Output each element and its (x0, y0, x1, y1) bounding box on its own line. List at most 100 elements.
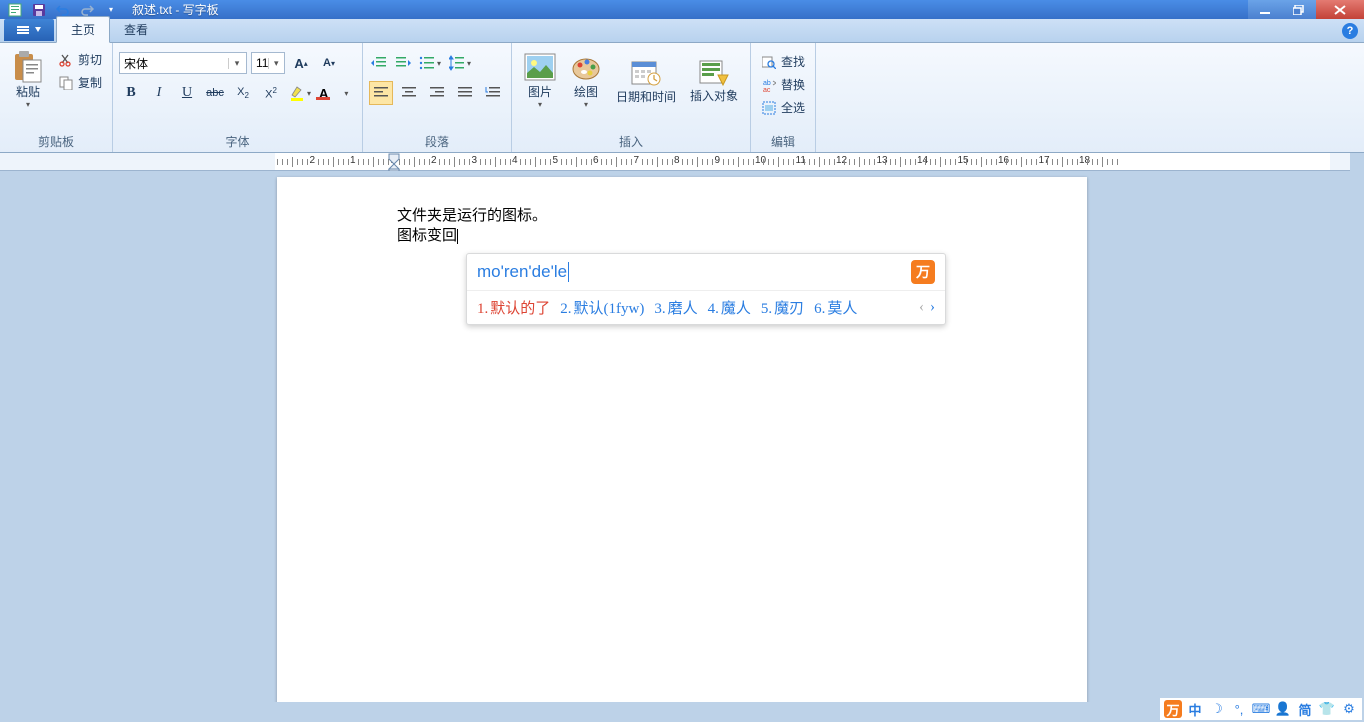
line-spacing-button[interactable]: ▾ (447, 51, 473, 75)
tab-home[interactable]: 主页 (56, 16, 110, 43)
restore-button[interactable] (1282, 0, 1316, 19)
ime-candidate[interactable]: 1.默认的了 (477, 297, 550, 318)
copy-icon (58, 75, 74, 91)
ruler-mark: 1 (350, 155, 356, 166)
tab-view[interactable]: 查看 (110, 17, 162, 42)
calendar-icon (630, 56, 662, 88)
ruler-mark: 13 (877, 155, 888, 166)
cut-button[interactable]: 剪切 (54, 49, 106, 70)
ime-next-icon[interactable]: › (930, 299, 935, 316)
ruler-mark: 12 (836, 155, 847, 166)
cut-label: 剪切 (78, 51, 102, 68)
ime-candidate[interactable]: 6.莫人 (814, 297, 857, 318)
font-color-button[interactable]: A ▾ (317, 81, 350, 105)
font-group-label: 字体 (119, 131, 356, 150)
ime-candidates[interactable]: 1.默认的了 2.默认(1fyw) 3.磨人 4.魔人 5.魔刃 6.莫人 ‹ › (467, 291, 945, 324)
close-button[interactable] (1316, 0, 1364, 19)
subscript-button[interactable]: X2 (231, 81, 255, 105)
ime-moon-icon[interactable]: ☽ (1208, 700, 1226, 718)
insert-datetime-button[interactable]: 日期和时间 (610, 47, 682, 113)
find-button[interactable]: 查找 (757, 51, 809, 72)
font-size-combo[interactable]: 11 ▾ (251, 52, 285, 74)
group-clipboard: 粘贴 ▾ 剪切 复制 剪贴板 (0, 43, 113, 152)
ime-candidate[interactable]: 4.魔人 (708, 297, 751, 318)
ime-punct-icon[interactable]: °, (1230, 700, 1248, 718)
ruler[interactable]: 321123456789101112131415161718 (0, 153, 1350, 171)
shrink-font-button[interactable]: A▾ (317, 51, 341, 75)
file-menu-button[interactable] (4, 19, 54, 41)
window-title: 叙述.txt - 写字板 (132, 1, 219, 18)
object-label: 插入对象 (690, 89, 738, 103)
insert-object-button[interactable]: 插入对象 (684, 47, 744, 113)
replace-button[interactable]: abac 替换 (757, 74, 809, 95)
paint-icon (570, 51, 602, 83)
ruler-mark: 4 (512, 155, 518, 166)
selectall-icon (761, 100, 777, 116)
copy-button[interactable]: 复制 (54, 72, 106, 93)
ime-prev-icon[interactable]: ‹ (919, 299, 924, 316)
ruler-mark: 7 (634, 155, 640, 166)
text-line-2: 图标变回 (397, 228, 457, 244)
italic-button[interactable]: I (147, 81, 171, 105)
ruler-mark: 3 (472, 155, 478, 166)
ruler-mark: 5 (553, 155, 559, 166)
paste-label: 粘贴 (16, 83, 40, 100)
window-controls (1248, 0, 1364, 19)
paste-button[interactable]: 粘贴 ▾ (6, 47, 50, 113)
chevron-down-icon: ▾ (268, 58, 280, 69)
wordpad-icon[interactable] (4, 1, 26, 18)
grow-font-button[interactable]: A▴ (289, 51, 313, 75)
ruler-mark: 17 (1039, 155, 1050, 166)
ruler-mark: 18 (1079, 155, 1090, 166)
indent-marker[interactable] (388, 153, 400, 171)
align-center-button[interactable] (397, 81, 421, 105)
ime-candidate-window: mo'ren'de'le 万 1.默认的了2.默认(1fyw)3.磨人4.魔人5… (466, 253, 946, 325)
insert-picture-button[interactable]: 图片 ▾ (518, 47, 562, 113)
paint-label: 绘图 (574, 83, 598, 100)
text-line-1: 文件夹是运行的图标。 (397, 207, 967, 227)
help-button[interactable]: ? (1342, 23, 1358, 39)
group-paragraph: ▾ ▾ (363, 43, 512, 152)
ime-candidate[interactable]: 3.磨人 (654, 297, 697, 318)
bold-button[interactable]: B (119, 81, 143, 105)
underline-button[interactable]: U (175, 81, 199, 105)
highlight-color-button[interactable]: ▾ (287, 81, 313, 105)
ime-candidate[interactable]: 5.魔刃 (761, 297, 804, 318)
ime-taskbar[interactable]: 万 中 ☽ °, ⌨ 👤 简 👕 ⚙ (1160, 698, 1362, 720)
insert-group-label: 插入 (518, 131, 744, 150)
picture-icon (524, 51, 556, 83)
font-size-value: 11 (256, 56, 268, 70)
ime-settings-icon[interactable]: ⚙ (1340, 700, 1358, 718)
font-name-combo[interactable]: 宋体 ▾ (119, 52, 247, 74)
paragraph-dialog-button[interactable] (481, 81, 505, 105)
decrease-indent-button[interactable] (369, 51, 389, 75)
ime-mode-indicator[interactable]: 简 (1296, 700, 1314, 718)
minimize-button[interactable] (1248, 0, 1282, 19)
ruler-mark: 14 (917, 155, 928, 166)
paste-icon (12, 51, 44, 83)
clipboard-group-label: 剪贴板 (6, 131, 106, 150)
ime-nav[interactable]: ‹ › (919, 299, 935, 316)
ime-user-icon[interactable]: 👤 (1274, 700, 1292, 718)
ruler-mark: 2 (431, 155, 437, 166)
superscript-button[interactable]: X2 (259, 81, 283, 105)
align-right-button[interactable] (425, 81, 449, 105)
document-text: 文件夹是运行的图标。 图标变回 (397, 207, 967, 246)
paragraph-group-label: 段落 (369, 131, 505, 150)
bullet-list-button[interactable]: ▾ (417, 51, 443, 75)
picture-label: 图片 (528, 83, 552, 100)
save-button[interactable] (28, 1, 50, 18)
datetime-label: 日期和时间 (616, 88, 676, 105)
increase-indent-button[interactable] (393, 51, 413, 75)
ruler-mark: 16 (998, 155, 1009, 166)
ime-skin-icon[interactable]: 👕 (1318, 700, 1336, 718)
selectall-button[interactable]: 全选 (757, 97, 809, 118)
ime-lang-indicator[interactable]: 中 (1186, 700, 1204, 718)
insert-paint-button[interactable]: 绘图 ▾ (564, 47, 608, 113)
ime-tray-logo-icon[interactable]: 万 (1164, 700, 1182, 718)
align-left-button[interactable] (369, 81, 393, 105)
ime-keyboard-icon[interactable]: ⌨ (1252, 700, 1270, 718)
ime-candidate[interactable]: 2.默认(1fyw) (560, 297, 644, 318)
strikethrough-button[interactable]: abc (203, 81, 227, 105)
align-justify-button[interactable] (453, 81, 477, 105)
